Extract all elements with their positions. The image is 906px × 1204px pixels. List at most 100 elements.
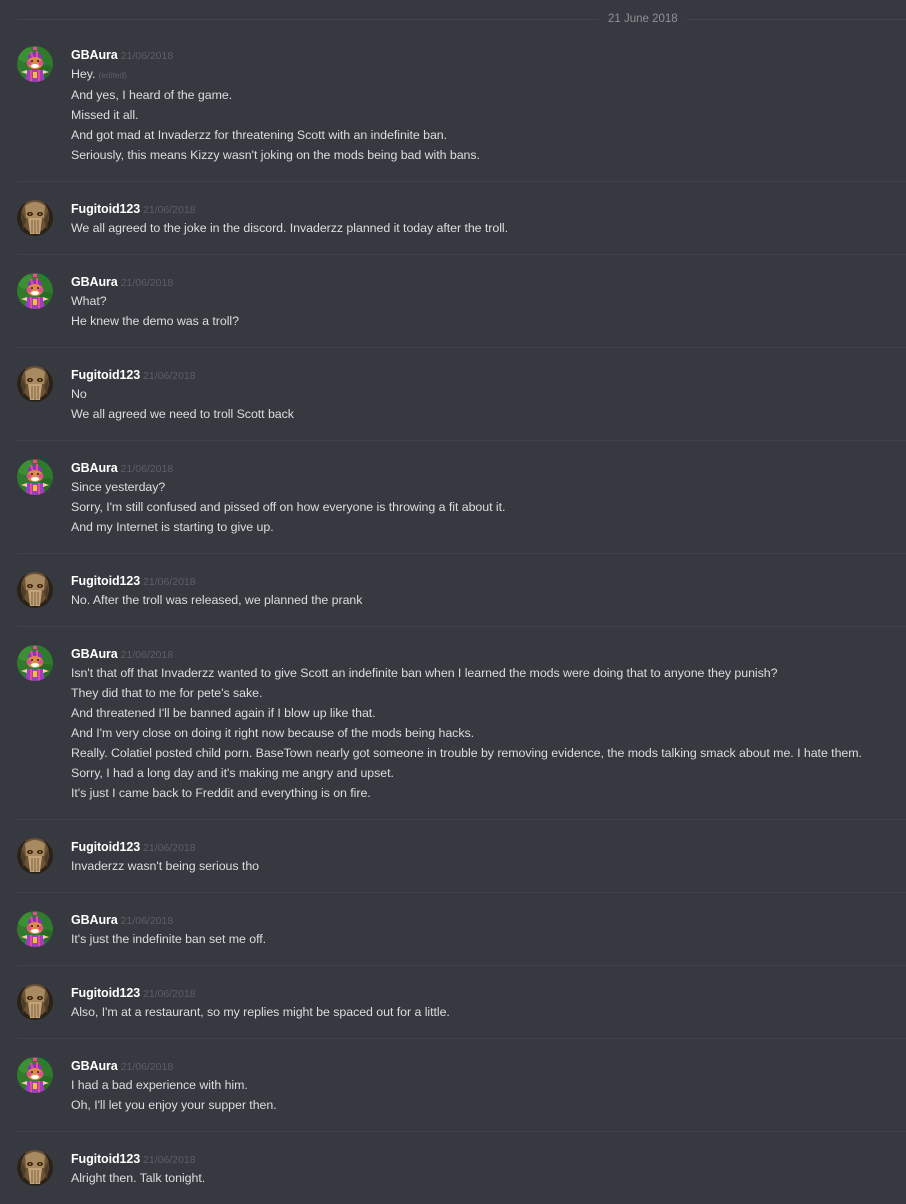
username[interactable]: GBAura [71,647,118,661]
timestamp: 21/06/2018 [120,50,174,62]
username[interactable]: Fugitoid123 [71,986,140,1000]
message-text: Sorry, I had a long day and it's making … [71,766,394,780]
message-header: Fugitoid123 21/06/2018 [71,836,896,856]
message-header: GBAura 21/06/2018 [71,457,896,477]
message-text: They did that to me for pete's sake. [71,686,263,700]
message-line: Hey. (edited) [71,64,896,85]
message-text: No. After the troll was released, we pla… [71,593,363,607]
message-header: GBAura 21/06/2018 [71,1055,896,1075]
message-text: I had a bad experience with him. [71,1078,248,1092]
message-line: Isn't that off that Invaderzz wanted to … [71,663,896,683]
message-line: And yes, I heard of the game. [71,85,896,105]
message-group: Fugitoid123 21/06/2018 Alright then. Talk … [0,1132,906,1204]
date-divider: 21 June 2018 [17,0,906,38]
timestamp: 21/06/2018 [143,1154,196,1166]
username[interactable]: Fugitoid123 [71,202,140,216]
avatar[interactable] [17,366,53,402]
message-line: Since yesterday? [71,477,896,497]
message-group: Fugitoid123 21/06/2018 Also, I'm at a rest… [0,966,906,1038]
message-header: GBAura 21/06/2018 [71,643,896,663]
avatar[interactable] [17,911,53,947]
balloon-boy-avatar-icon [17,645,53,681]
message-header: Fugitoid123 21/06/2018 [71,570,896,590]
username[interactable]: GBAura [71,275,118,289]
date-divider-line [17,19,906,20]
message-line: Really. Colatiel posted child porn. Base… [71,743,896,763]
message-line: No [71,384,896,404]
general-grievous-avatar-icon [17,838,53,874]
message-line: It's just the indefinite ban set me off. [71,929,896,949]
message-line: They did that to me for pete's sake. [71,683,896,703]
timestamp: 21/06/2018 [143,988,196,1000]
avatar[interactable] [17,200,53,236]
message-text: We all agreed to the joke in the discord… [71,221,509,235]
message-group: GBAura 21/06/2018 What? He knew the demo wa… [0,255,906,347]
avatar[interactable] [17,645,53,681]
timestamp: 21/06/2018 [120,915,174,927]
balloon-boy-avatar-icon [17,1057,53,1093]
avatar[interactable] [17,1057,53,1093]
avatar[interactable] [17,459,53,495]
avatar[interactable] [17,46,53,82]
message-group: GBAura 21/06/2018 Since yesterday? Sorry, I… [0,441,906,553]
chat-messages: 21 June 2018 GBAura 21/06/2018 Hey. (edited… [0,0,906,1204]
timestamp: 21/06/2018 [143,204,196,216]
message-text: Alright then. Talk tonight. [71,1171,206,1185]
message-line: Sorry, I'm still confused and pissed off… [71,497,896,517]
avatar[interactable] [17,273,53,309]
balloon-boy-avatar-icon [17,273,53,309]
message-text: Since yesterday? [71,480,166,494]
balloon-boy-avatar-icon [17,459,53,495]
avatar[interactable] [17,572,53,608]
message-line: Oh, I'll let you enjoy your supper then. [71,1095,896,1115]
message-line: I had a bad experience with him. [71,1075,896,1095]
message-group: Fugitoid123 21/06/2018 No. After the troll… [0,554,906,626]
message-line: And my Internet is starting to give up. [71,517,896,537]
message-header: GBAura 21/06/2018 [71,909,896,929]
message-text: He knew the demo was a troll? [71,314,239,328]
general-grievous-avatar-icon [17,1150,53,1186]
username[interactable]: GBAura [71,913,118,927]
message-line: Also, I'm at a restaurant, so my replies… [71,1002,896,1022]
message-text: No [71,387,87,401]
message-line: No. After the troll was released, we pla… [71,590,896,610]
message-line: We all agreed to the joke in the discord… [71,218,896,238]
message-group: Fugitoid123 21/06/2018 Invaderzz wasn't be… [0,820,906,892]
message-line: He knew the demo was a troll? [71,311,896,331]
message-text: Hey. [71,67,96,81]
avatar[interactable] [17,984,53,1020]
message-header: GBAura 21/06/2018 [71,44,896,64]
message-line: And threatened I'll be banned again if I… [71,703,896,723]
message-text: Sorry, I'm still confused and pissed off… [71,500,506,514]
message-group: GBAura 21/06/2018 It's just the indefinite… [0,893,906,965]
username[interactable]: GBAura [71,48,118,62]
general-grievous-avatar-icon [17,984,53,1020]
balloon-boy-avatar-icon [17,46,53,82]
message-line: We all agreed we need to troll Scott bac… [71,404,896,424]
message-line: And I'm very close on doing it right now… [71,723,896,743]
username[interactable]: Fugitoid123 [71,368,140,382]
message-header: Fugitoid123 21/06/2018 [71,364,896,384]
username[interactable]: GBAura [71,1059,118,1073]
message-header: GBAura 21/06/2018 [71,271,896,291]
message-text: Missed it all. [71,108,139,122]
date-divider-label: 21 June 2018 [599,11,687,27]
message-group: GBAura 21/06/2018 Hey. (edited) And yes, I h… [0,38,906,181]
message-text: Isn't that off that Invaderzz wanted to … [71,666,778,680]
avatar[interactable] [17,838,53,874]
edited-indicator: (edited) [98,70,127,80]
message-group: Fugitoid123 21/06/2018 We all agreed to th… [0,182,906,254]
message-line: What? [71,291,896,311]
message-text: And threatened I'll be banned again if I… [71,706,376,720]
message-text: Oh, I'll let you enjoy your supper then. [71,1098,277,1112]
message-group: Fugitoid123 21/06/2018 No We all agreed we … [0,348,906,440]
username[interactable]: Fugitoid123 [71,840,140,854]
username[interactable]: GBAura [71,461,118,475]
username[interactable]: Fugitoid123 [71,1152,140,1166]
message-text: We all agreed we need to troll Scott bac… [71,407,294,421]
general-grievous-avatar-icon [17,200,53,236]
message-header: Fugitoid123 21/06/2018 [71,982,896,1002]
username[interactable]: Fugitoid123 [71,574,140,588]
message-group: GBAura 21/06/2018 Isn't that off that Inva… [0,627,906,819]
avatar[interactable] [17,1150,53,1186]
